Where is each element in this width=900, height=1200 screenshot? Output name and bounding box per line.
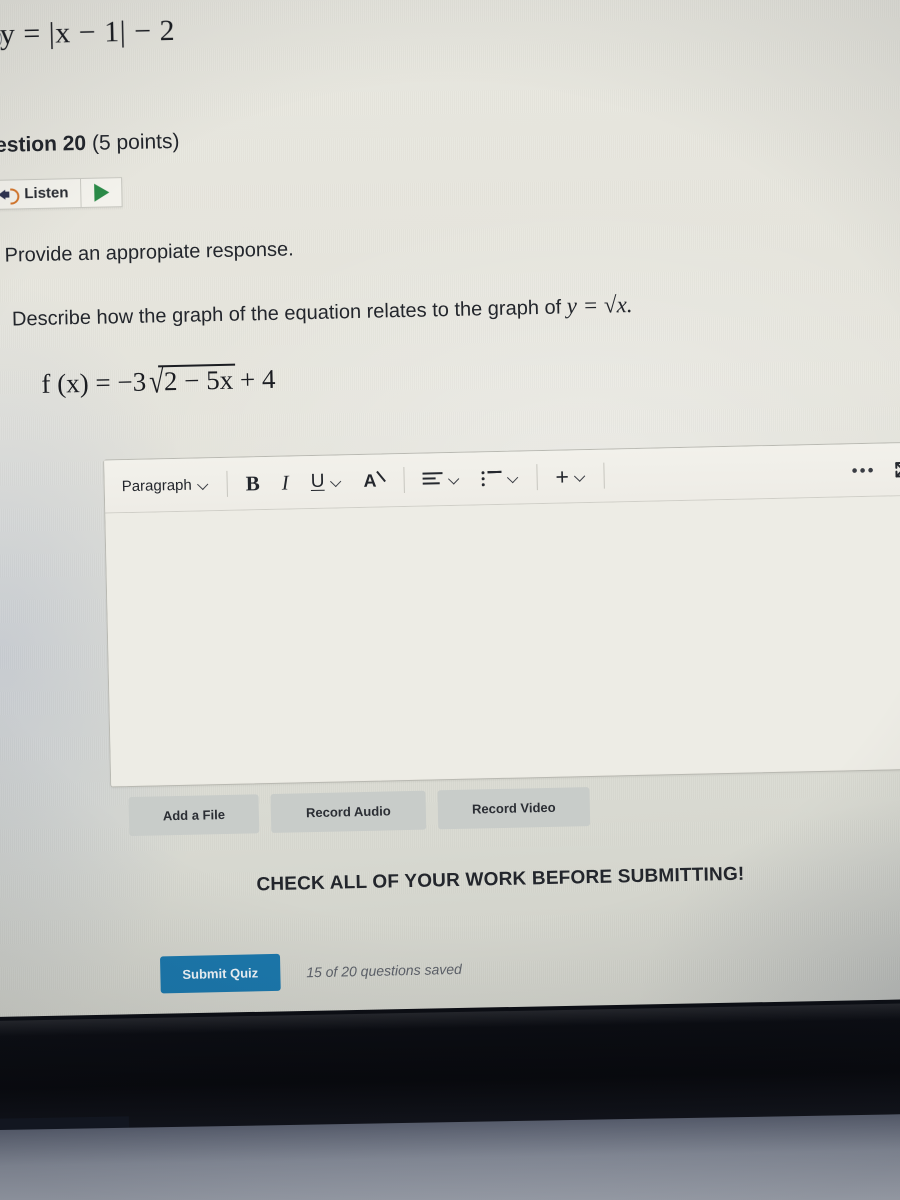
paragraph-style-select[interactable]: Paragraph	[110, 466, 220, 504]
listen-button[interactable]: Listen	[0, 178, 81, 210]
record-audio-button[interactable]: Record Audio	[270, 790, 427, 834]
previous-option-equation: y = |x − 1| − 2	[0, 13, 176, 51]
text-color-button[interactable]: A	[352, 462, 397, 499]
editor-content-area[interactable]	[105, 495, 900, 786]
toolbar-right-group: •••	[851, 459, 900, 480]
underline-button[interactable]: U	[299, 463, 353, 500]
radical-sign: √	[148, 362, 165, 401]
overflow-menu-icon[interactable]: •••	[851, 460, 875, 480]
quiz-page: y = |x − 1| − 2 uestion 20 (5 points) Li…	[0, 0, 900, 1020]
bold-button[interactable]: B	[234, 465, 271, 502]
saved-status: 15 of 20 questions saved	[306, 960, 463, 980]
paragraph-style-label: Paragraph	[121, 476, 192, 495]
chevron-down-icon[interactable]	[330, 476, 341, 487]
chevron-down-icon[interactable]	[507, 472, 518, 483]
question-equation: f (x) = −3√ 2 − 5x + 4	[41, 362, 276, 401]
chevron-down-icon[interactable]	[575, 471, 586, 482]
page-title: uestion 20 (5 points)	[0, 130, 180, 158]
align-button[interactable]	[411, 461, 471, 498]
italic-button[interactable]: I	[270, 464, 300, 501]
toolbar-divider	[403, 467, 405, 494]
add-file-button[interactable]: Add a File	[128, 794, 260, 837]
play-button[interactable]	[80, 177, 123, 209]
fullscreen-expand-icon[interactable]	[893, 459, 900, 478]
toolbar-divider	[536, 464, 538, 491]
plus-icon: +	[555, 462, 570, 490]
chevron-down-icon	[198, 479, 209, 490]
radicand: 2 − 5x	[163, 364, 234, 397]
insert-button[interactable]: +	[544, 458, 597, 495]
rich-text-editor[interactable]: Paragraph B I U A + •••	[103, 441, 900, 788]
play-icon	[93, 183, 110, 202]
media-buttons: Add a File Record Audio Record Video	[128, 787, 591, 837]
italic-icon: I	[281, 470, 290, 495]
bold-icon: B	[245, 470, 261, 495]
submit-row: Submit Quiz 15 of 20 questions saved	[159, 950, 463, 994]
question-prompt: Provide an appropiate response.	[4, 238, 294, 267]
equation-lhs: f (x) = −3	[41, 366, 147, 399]
question-heading: uestion 20	[0, 131, 87, 158]
submit-warning-text: CHECK ALL OF YOUR WORK BEFORE SUBMITTING…	[256, 863, 745, 896]
align-left-icon	[422, 471, 443, 487]
submit-quiz-button[interactable]: Submit Quiz	[159, 953, 281, 994]
listen-widget[interactable]: Listen	[0, 177, 123, 210]
bulleted-list-icon	[481, 470, 502, 486]
question-points: (5 points)	[91, 129, 180, 155]
equation-tail: + 4	[232, 363, 276, 395]
radical-group: √ 2 − 5x	[146, 362, 235, 401]
list-button[interactable]	[470, 459, 530, 496]
record-video-button[interactable]: Record Video	[437, 787, 591, 830]
describe-math: y = √x.	[566, 291, 633, 319]
listen-button-label: Listen	[24, 184, 69, 203]
describe-prefix: Describe how the graph of the equation r…	[11, 296, 562, 331]
text-color-icon: A	[363, 469, 386, 491]
screen-photo: y = |x − 1| − 2 uestion 20 (5 points) Li…	[0, 0, 900, 1200]
toolbar-divider	[226, 470, 229, 497]
text-color-letter: A	[363, 470, 377, 491]
toolbar-divider	[603, 462, 606, 489]
speaker-icon	[0, 186, 20, 205]
question-describe-line: Describe how the graph of the equation r…	[12, 292, 633, 332]
underline-icon: U	[310, 470, 325, 493]
chevron-down-icon[interactable]	[448, 473, 459, 484]
